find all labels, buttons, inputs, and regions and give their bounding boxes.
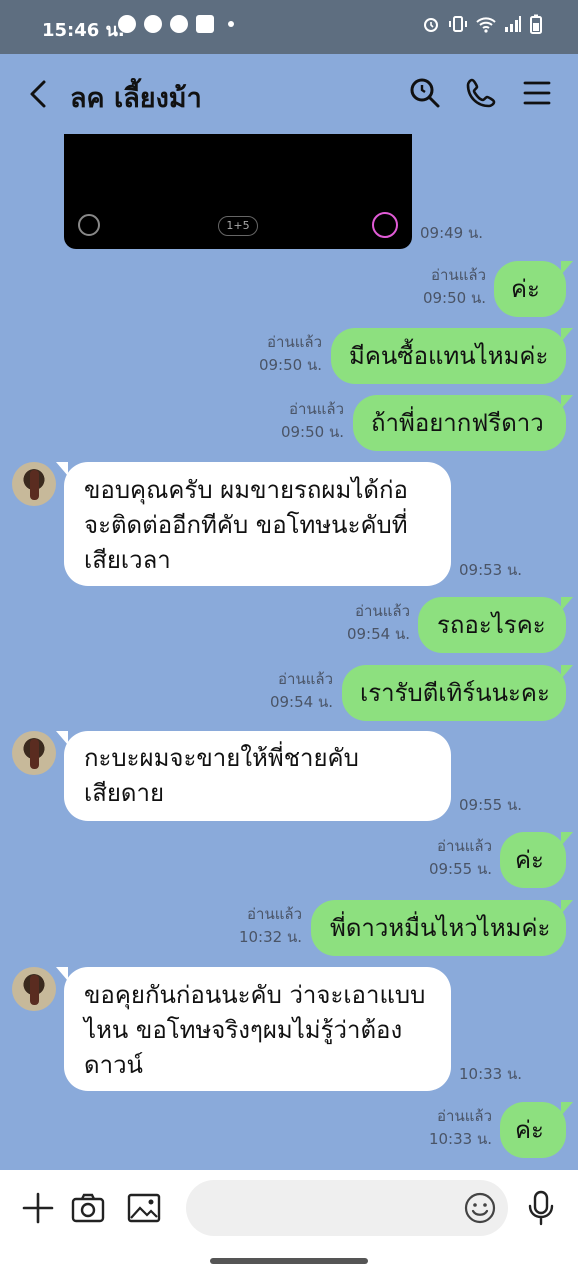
outgoing-message[interactable]: ค่ะ	[500, 1102, 573, 1158]
read-receipt: อ่านแล้ว	[247, 905, 302, 923]
system-icons	[422, 14, 542, 34]
message-time: 10:33 น.	[459, 1065, 523, 1083]
read-receipt: อ่านแล้ว	[437, 837, 492, 855]
read-receipt: อ่านแล้ว	[278, 670, 333, 688]
emoji-icon[interactable]	[462, 1190, 498, 1226]
read-receipt: อ่านแล้ว	[267, 333, 322, 351]
outgoing-message[interactable]: มีคนซื้อแทนไหมค่ะ	[331, 328, 573, 384]
home-indicator[interactable]	[210, 1258, 368, 1264]
image-counter: 1+5	[218, 216, 258, 236]
status-bar: 15:46 น.	[0, 0, 578, 54]
more-notifications-dot	[228, 21, 234, 27]
plus-icon[interactable]	[20, 1190, 56, 1226]
avatar[interactable]	[12, 967, 56, 1011]
message-time: 10:33 น.	[428, 1130, 492, 1148]
message-line: กะบะผมจะขายให้พี่ชายคับ	[84, 744, 359, 772]
message-meta: อ่านแล้ว 09:55 น.	[429, 835, 492, 881]
chat-header: ลค เลี้ยงม้า	[0, 54, 578, 134]
input-bar	[0, 1170, 578, 1280]
read-receipt: อ่านแล้ว	[431, 266, 486, 284]
message-time: 09:50 น.	[258, 356, 322, 374]
message-line: ดาวน์	[84, 1051, 143, 1079]
camera-icon[interactable]	[70, 1190, 106, 1226]
message-line: เสียเวลา	[84, 546, 171, 574]
message-meta: อ่านแล้ว 10:32 น.	[239, 903, 302, 949]
image-message[interactable]: 1+5	[64, 134, 412, 249]
message-line: ไหน ขอโทษจริงๆผมไม่รู้ว่าต้อง	[84, 1016, 403, 1044]
outgoing-message[interactable]: เรารับตีเทิร์นนะคะ	[342, 665, 573, 721]
incoming-message[interactable]: ขอบคุณครับ ผมขายรถผมได้ก่อ จะติดต่ออีกที…	[56, 462, 451, 586]
vibrate-icon	[449, 16, 467, 32]
edit-icon[interactable]	[372, 212, 398, 238]
outgoing-message[interactable]: ถ้าพี่อยากฟรีดาว	[353, 395, 573, 451]
message-line: ขอคุยกันก่อนนะคับ ว่าจะเอาแบบ	[84, 981, 426, 1009]
message-time: 09:49 น.	[420, 224, 484, 242]
message-input[interactable]	[186, 1180, 508, 1236]
navigation-icon	[170, 15, 188, 33]
outgoing-message[interactable]: รถอะไรคะ	[418, 597, 573, 653]
incoming-message[interactable]: ขอคุยกันก่อนนะคับ ว่าจะเอาแบบ ไหน ขอโทษจ…	[56, 967, 451, 1091]
message-meta: อ่านแล้ว 09:54 น.	[270, 668, 333, 714]
message-time: 09:50 น.	[280, 423, 344, 441]
message-meta: อ่านแล้ว 09:50 น.	[259, 331, 322, 377]
message-line: จะติดต่ออีกทีคับ ขอโทษนะคับที่	[84, 511, 408, 539]
microphone-icon[interactable]	[523, 1190, 559, 1226]
message-time: 09:55 น.	[428, 860, 492, 878]
message-list[interactable]: 1+5 09:49 น. ค่ะ อ่านแล้ว 09:50 น. มีคนซื…	[0, 134, 578, 1170]
search-icon[interactable]	[408, 76, 442, 110]
wifi-icon	[476, 17, 496, 33]
message-time: 09:55 น.	[459, 796, 523, 814]
read-receipt: อ่านแล้ว	[355, 602, 410, 620]
message-time: 09:54 น.	[269, 693, 333, 711]
message-meta: อ่านแล้ว 09:50 น.	[281, 398, 344, 444]
mail-icon	[196, 15, 214, 33]
emoji-icon[interactable]	[78, 214, 100, 236]
menu-icon[interactable]	[520, 76, 554, 110]
outgoing-message[interactable]: พี่ดาวหมื่นไหวไหมค่ะ	[311, 900, 573, 956]
back-icon[interactable]	[24, 76, 54, 112]
image-icon[interactable]	[126, 1190, 162, 1226]
alarm-icon	[424, 18, 438, 32]
signal-icon	[505, 16, 521, 32]
avatar[interactable]	[12, 731, 56, 775]
messenger-icon	[118, 15, 136, 33]
outgoing-message[interactable]: ค่ะ	[494, 261, 573, 317]
read-receipt: อ่านแล้ว	[437, 1107, 492, 1125]
status-time: 15:46 น.	[42, 20, 125, 41]
avatar[interactable]	[12, 462, 56, 506]
message-time: 09:50 น.	[422, 289, 486, 307]
app-notification-icon	[144, 15, 162, 33]
message-line: ขอบคุณครับ ผมขายรถผมได้ก่อ	[84, 476, 408, 504]
message-time: 09:53 น.	[459, 561, 523, 579]
read-receipt: อ่านแล้ว	[289, 400, 344, 418]
message-time: 09:54 น.	[346, 625, 410, 643]
message-meta: อ่านแล้ว 09:50 น.	[423, 264, 486, 310]
message-meta: อ่านแล้ว 10:33 น.	[429, 1105, 492, 1151]
message-time: 10:32 น.	[238, 928, 302, 946]
outgoing-message[interactable]: ค่ะ	[500, 832, 573, 888]
battery-icon	[530, 14, 542, 34]
message-line: เสียดาย	[84, 779, 165, 807]
notification-icons	[118, 15, 234, 33]
chat-title: ลค เลี้ยงม้า	[70, 83, 202, 114]
incoming-message[interactable]: กะบะผมจะขายให้พี่ชายคับ เสียดาย	[56, 731, 451, 821]
phone-icon[interactable]	[464, 76, 498, 110]
message-meta: อ่านแล้ว 09:54 น.	[347, 600, 410, 646]
